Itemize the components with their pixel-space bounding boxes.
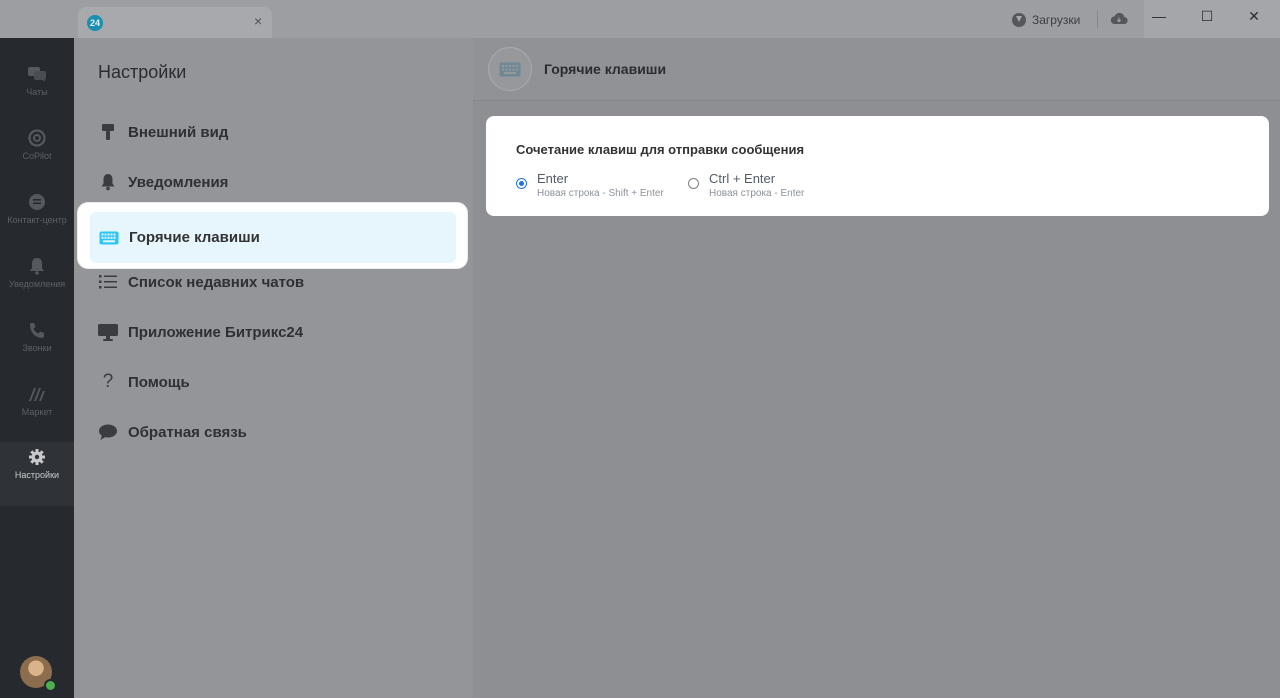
sidebar-item-market[interactable]: Маркет	[0, 367, 74, 431]
hotkey-settings-card: Сочетание клавиш для отправки сообщения …	[486, 116, 1269, 216]
settings-item-label: Горячие клавиши	[129, 229, 260, 246]
online-status-dot	[44, 679, 57, 692]
settings-item-appearance[interactable]: Внешний вид	[98, 119, 228, 145]
cloud-icon[interactable]	[1110, 12, 1128, 25]
settings-item-bitrix-app[interactable]: Приложение Битрикс24	[98, 319, 303, 345]
bell-icon	[98, 173, 118, 191]
window-controls: — ☐ ✕	[1144, 0, 1280, 38]
downloads-label: Загрузки	[1032, 13, 1081, 27]
sidebar-item-contact-center[interactable]: Контакт-центр	[0, 175, 74, 239]
tab-close-button[interactable]: ×	[254, 13, 262, 29]
settings-item-notifications[interactable]: Уведомления	[98, 169, 228, 195]
title-bar: 24 × Загрузки — ☐ ✕	[0, 0, 1280, 38]
sidebar-item-label: Маркет	[21, 407, 53, 417]
bitrix24-logo-icon: 24	[87, 15, 103, 31]
content-header: Горячие клавиши	[473, 38, 1280, 101]
sidebar-item-notifications[interactable]: Уведомления	[0, 239, 74, 303]
monitor-icon	[98, 323, 118, 341]
sidebar-item-calls[interactable]: Звонки	[0, 303, 74, 367]
page-title: Настройки	[98, 62, 187, 82]
option-label: Ctrl + Enter	[709, 171, 776, 186]
market-icon	[29, 388, 45, 401]
help-icon: ?	[102, 371, 114, 392]
phone-icon	[30, 323, 44, 338]
radio-button[interactable]	[688, 178, 699, 189]
header-icon-circle	[488, 47, 532, 91]
settings-item-label: Список недавних чатов	[128, 273, 305, 291]
close-window-button[interactable]: ✕	[1239, 7, 1269, 25]
highlighted-item-frame: Горячие клавиши	[78, 203, 467, 268]
gear-icon	[29, 449, 45, 465]
option-ctrl-enter[interactable]: Ctrl + Enter Новая строка - Enter	[688, 171, 804, 201]
settings-item-help[interactable]: ? Помощь	[98, 369, 190, 395]
sidebar-item-label: Уведомления	[8, 279, 66, 289]
sidebar-item-copilot[interactable]: CoPilot	[0, 111, 74, 175]
sidebar-item-label: Чаты	[26, 87, 48, 97]
keyboard-icon	[499, 62, 521, 76]
feedback-icon	[98, 423, 118, 441]
card-title: Сочетание клавиш для отправки сообщения	[516, 142, 805, 157]
settings-item-label: Помощь	[128, 373, 190, 391]
maximize-button[interactable]: ☐	[1192, 7, 1222, 25]
list-icon	[98, 273, 118, 291]
sidebar-item-chats[interactable]: Чаты	[0, 47, 74, 111]
sidebar-item-label: Настройки	[14, 470, 60, 480]
option-sublabel: Новая строка - Shift + Enter	[537, 188, 664, 199]
settings-item-label: Обратная связь	[128, 423, 247, 441]
settings-item-label: Уведомления	[128, 173, 229, 191]
option-sublabel: Новая строка - Enter	[709, 188, 805, 199]
contact-center-icon	[29, 194, 45, 210]
sidebar-item-settings[interactable]: Настройки	[0, 442, 74, 506]
keyboard-icon	[99, 229, 119, 247]
copilot-icon	[28, 129, 46, 147]
option-enter[interactable]: Enter Новая строка - Shift + Enter	[516, 171, 664, 201]
content-title: Горячие клавиши	[544, 61, 667, 77]
settings-item-label: Внешний вид	[128, 123, 229, 141]
tab-title	[109, 15, 239, 30]
settings-item-label: Приложение Битрикс24	[128, 323, 304, 341]
app-sidebar: Чаты CoPilot Контакт-центр Уведомления З…	[0, 38, 74, 698]
settings-panel: Настройки Внешний вид Уведомления Список…	[74, 38, 473, 698]
browser-tab[interactable]: 24 ×	[78, 7, 272, 38]
divider	[1097, 10, 1098, 28]
settings-item-feedback[interactable]: Обратная связь	[98, 419, 247, 445]
option-label: Enter	[537, 171, 569, 186]
sidebar-item-label: Звонки	[22, 343, 52, 353]
download-icon	[1012, 13, 1026, 27]
downloads-button[interactable]: Загрузки	[1012, 12, 1080, 28]
sidebar-item-label: Контакт-центр	[7, 215, 67, 225]
settings-item-hotkeys[interactable]: Горячие клавиши	[90, 212, 456, 263]
sidebar-item-label: CoPilot	[22, 151, 52, 161]
brush-icon	[98, 123, 118, 141]
radio-button[interactable]	[516, 178, 527, 189]
bell-icon	[30, 258, 44, 275]
chat-icon	[28, 67, 46, 82]
minimize-button[interactable]: —	[1144, 7, 1174, 25]
settings-item-recent-chats[interactable]: Список недавних чатов	[98, 269, 304, 295]
